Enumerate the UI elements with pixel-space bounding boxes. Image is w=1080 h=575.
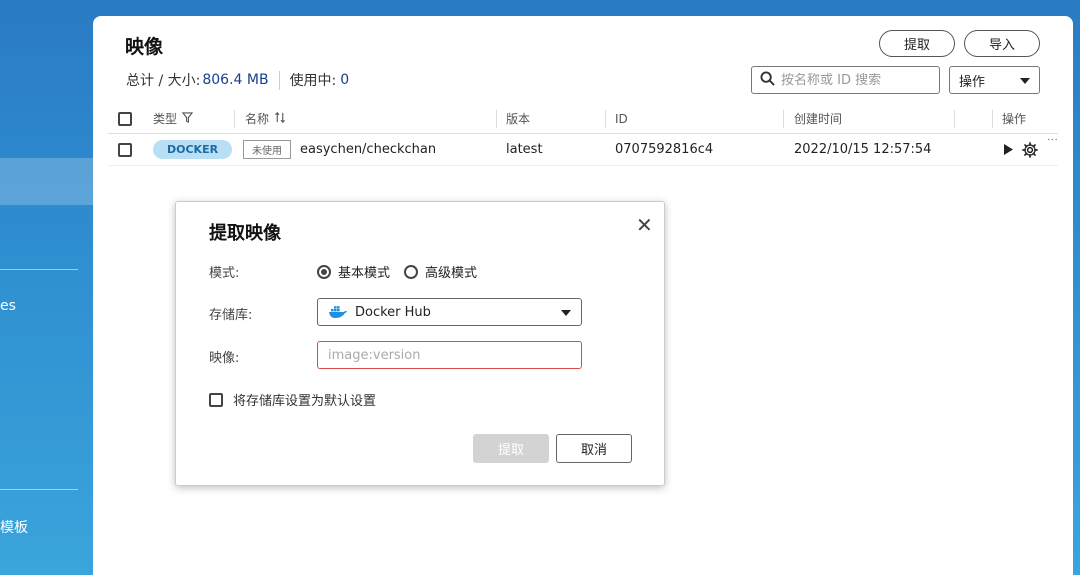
sidebar-item-label[interactable]: es xyxy=(0,298,16,314)
gear-icon[interactable] xyxy=(1022,134,1038,165)
column-divider xyxy=(783,110,784,128)
image-version: latest xyxy=(506,142,543,157)
caret-down-icon xyxy=(1020,73,1030,88)
repo-label: 存储库: xyxy=(209,308,253,323)
checkbox-box[interactable] xyxy=(209,392,223,407)
select-all-checkbox[interactable] xyxy=(118,104,132,133)
import-button[interactable]: 导入 xyxy=(964,30,1040,57)
summary-divider xyxy=(278,70,280,90)
in-use-count: 0 xyxy=(340,72,350,88)
column-divider xyxy=(605,110,606,128)
repository-value: Docker Hub xyxy=(355,304,431,320)
in-use-label: 使用中: xyxy=(289,73,337,89)
table-row[interactable]: DOCKER 未使用 easychen/checkchan latest 070… xyxy=(108,134,1059,166)
images-table: 类型 名称 版本 ID 创建时间 操作 DOCKER 未使用 easychen/… xyxy=(108,104,1059,166)
column-divider xyxy=(496,110,497,128)
row-checkbox[interactable] xyxy=(118,134,132,165)
mode-advanced-radio[interactable]: 高级模式 xyxy=(404,262,477,281)
pull-image-dialog: 提取映像 ✕ 模式: 基本模式 高级模式 存储库: Docker Hub 映像:… xyxy=(175,201,665,486)
pull-button[interactable]: 提取 xyxy=(879,30,955,57)
summary-prefix: 总计 / 大小: xyxy=(126,73,201,89)
header-created[interactable]: 创建时间 xyxy=(794,104,842,133)
sidebar: es 模板 xyxy=(0,0,93,575)
total-size: 806.4 MB xyxy=(202,72,269,88)
mode-advanced-label: 高级模式 xyxy=(425,266,478,281)
header-actions: 操作 xyxy=(1002,112,1027,126)
header-name[interactable]: 名称 xyxy=(245,104,286,133)
image-label: 映像: xyxy=(209,351,240,366)
set-default-label: 将存储库设置为默认设置 xyxy=(233,394,377,409)
sort-icon[interactable] xyxy=(274,111,286,126)
mode-basic-radio[interactable]: 基本模式 xyxy=(317,262,390,281)
repository-select[interactable]: Docker Hub xyxy=(317,298,582,326)
column-divider xyxy=(234,110,235,128)
radio-selected-icon xyxy=(317,264,331,279)
watermark-text: 什么值得买 xyxy=(950,537,1055,561)
docker-whale-icon xyxy=(328,305,348,319)
watermark: 值 什么值得买 xyxy=(912,533,1055,563)
dialog-title: 提取映像 xyxy=(209,223,281,244)
summary-bar: 总计 / 大小: 806.4 MB 使用中: 0 xyxy=(126,70,349,90)
filter-icon[interactable] xyxy=(181,111,194,126)
actions-dropdown-label: 操作 xyxy=(959,74,986,90)
dialog-pull-button[interactable]: 提取 xyxy=(473,434,549,463)
header-name-label: 名称 xyxy=(245,112,270,126)
sidebar-item-active[interactable] xyxy=(0,158,93,205)
image-name: easychen/checkchan xyxy=(300,142,437,157)
search-box[interactable] xyxy=(751,66,940,94)
image-created: 2022/10/15 12:57:54 xyxy=(794,142,932,157)
status-badge: 未使用 xyxy=(243,140,291,159)
mode-basic-label: 基本模式 xyxy=(338,266,391,281)
search-input[interactable] xyxy=(781,72,931,88)
image-id: 0707592816c4 xyxy=(615,142,714,157)
sidebar-divider xyxy=(0,489,78,490)
caret-down-icon xyxy=(561,305,571,320)
set-default-checkbox[interactable]: 将存储库设置为默认设置 xyxy=(209,390,376,409)
page-title: 映像 xyxy=(125,36,164,58)
mode-label: 模式: xyxy=(209,266,240,281)
sidebar-divider xyxy=(0,269,78,270)
play-icon[interactable] xyxy=(1003,134,1013,165)
column-divider xyxy=(954,110,955,128)
sidebar-item-label[interactable]: 模板 xyxy=(0,517,28,537)
more-icon[interactable]: ⋮ xyxy=(1046,134,1059,165)
dialog-cancel-button[interactable]: 取消 xyxy=(556,434,632,463)
search-icon xyxy=(760,70,775,90)
image-version-input[interactable] xyxy=(317,341,582,369)
type-badge: DOCKER xyxy=(153,140,233,159)
close-icon[interactable]: ✕ xyxy=(636,215,653,235)
header-version[interactable]: 版本 xyxy=(506,104,530,133)
actions-dropdown[interactable]: 操作 xyxy=(949,66,1040,94)
header-id[interactable]: ID xyxy=(615,104,628,133)
header-type[interactable]: 类型 xyxy=(153,104,194,133)
column-divider xyxy=(992,110,993,128)
header-type-label: 类型 xyxy=(153,112,178,126)
table-header: 类型 名称 版本 ID 创建时间 操作 xyxy=(108,104,1058,134)
radio-unselected-icon xyxy=(404,264,418,279)
watermark-logo-icon: 值 xyxy=(912,533,942,563)
